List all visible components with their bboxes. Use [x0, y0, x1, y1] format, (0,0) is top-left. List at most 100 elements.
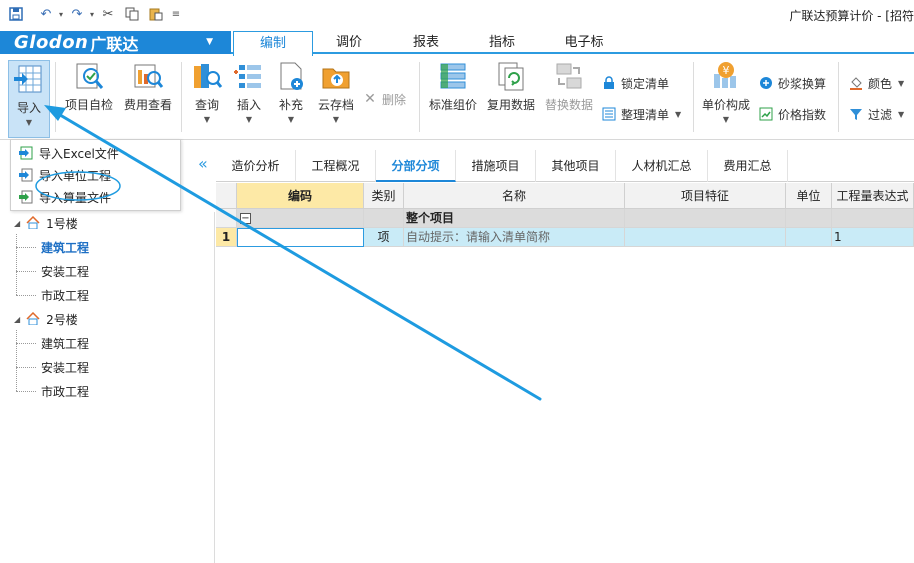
col-header-name[interactable]: 名称: [404, 183, 625, 209]
tree-item-b1-installation[interactable]: 安装工程: [41, 263, 89, 280]
feature-cell[interactable]: [625, 228, 786, 247]
reuse-data-button[interactable]: 复用数据: [485, 60, 537, 113]
logo-brand: Glodon: [14, 32, 89, 53]
window-title: 广联达预算计价 - [招符: [789, 9, 914, 23]
tab-e-bid[interactable]: 电子标: [546, 31, 622, 54]
col-header-code[interactable]: 编码: [237, 183, 364, 209]
tree-item-b2-architecture[interactable]: 建筑工程: [41, 335, 89, 352]
house-icon: [26, 311, 40, 328]
menu-item-import-unit-project[interactable]: 导入单位工程: [11, 164, 180, 186]
svg-text:¥: ¥: [723, 64, 730, 77]
unit-cell[interactable]: [786, 228, 832, 247]
close-icon: ✕: [364, 91, 376, 107]
unit-price-icon: ¥: [710, 60, 742, 92]
cloud-archive-button[interactable]: 云存档 ▼: [313, 60, 359, 124]
save-icon[interactable]: [8, 6, 24, 22]
replace-data-button[interactable]: 替换数据: [543, 60, 595, 113]
redo-dropdown-icon[interactable]: ▾: [84, 6, 100, 22]
tidy-list-button[interactable]: 整理清单 ▼: [601, 104, 681, 124]
quantity-file-icon: [19, 190, 33, 204]
color-button[interactable]: 颜色 ▼: [848, 73, 904, 93]
tidy-list-label: 整理清单: [621, 107, 670, 122]
undo-dropdown-icon[interactable]: ▾: [53, 6, 69, 22]
query-button[interactable]: 查询 ▼: [188, 60, 226, 124]
tree-node-building-2[interactable]: ◢ 2号楼: [14, 311, 78, 328]
price-index-label: 价格指数: [778, 107, 827, 122]
menu-item-import-excel[interactable]: 导入Excel文件: [11, 142, 180, 164]
type-cell[interactable]: 项: [364, 228, 404, 247]
tab-measures[interactable]: 措施项目: [456, 150, 536, 182]
cut-icon[interactable]: ✂: [100, 6, 116, 22]
price-index-button[interactable]: 价格指数: [758, 104, 826, 124]
tab-reports[interactable]: 报表: [390, 31, 462, 54]
chevron-down-icon: ▼: [675, 109, 682, 119]
import-button[interactable]: 导入 ▼: [8, 60, 50, 138]
name-cell[interactable]: 自动提示：请输入清单简称: [404, 228, 625, 247]
self-check-button[interactable]: 项目自检: [62, 60, 116, 113]
tree-item-b2-municipal[interactable]: 市政工程: [41, 383, 89, 400]
ribbon-tab-bar: Glodon 广联达 ▼ 编制 调价 报表 指标 电子标: [0, 31, 914, 56]
menu-item-import-quantity-file[interactable]: 导入算量文件: [11, 186, 180, 208]
tab-adjust-price[interactable]: 调价: [313, 31, 385, 54]
group-type-cell[interactable]: [364, 209, 404, 228]
code-cell-editing[interactable]: [237, 228, 364, 247]
filter-button[interactable]: 过滤 ▼: [848, 104, 904, 124]
collapse-panel-icon[interactable]: «: [198, 154, 208, 173]
tab-cost-analysis[interactable]: 造价分析: [216, 150, 296, 182]
group-qty-cell[interactable]: [832, 209, 914, 228]
col-header-quantity-expression[interactable]: 工程量表达式: [832, 183, 914, 209]
redo-icon[interactable]: ↷: [69, 6, 85, 22]
group-feature-cell[interactable]: [625, 209, 786, 228]
tree-node-building-1[interactable]: ◢ 1号楼: [14, 215, 78, 232]
mortar-conversion-button[interactable]: 砂浆换算: [758, 73, 826, 93]
tab-labor-material-summary[interactable]: 人材机汇总: [616, 150, 708, 182]
tree-label-building-1: 1号楼: [46, 217, 78, 231]
paste-icon[interactable]: [148, 6, 164, 22]
fee-view-button[interactable]: 费用查看: [121, 60, 175, 113]
expand-triangle-icon[interactable]: ◢: [14, 315, 20, 324]
customize-toolbar-icon[interactable]: ≡: [168, 6, 184, 22]
col-header-type[interactable]: 类别: [364, 183, 404, 209]
insert-label: 插入: [236, 98, 261, 112]
tree-label-building-2: 2号楼: [46, 313, 78, 327]
app-menu-button[interactable]: Glodon 广联达 ▼: [0, 31, 231, 54]
sub-tab-bar: « 造价分析 工程概况 分部分项 措施项目 其他项目 人材机汇总 费用汇总: [198, 150, 914, 182]
tab-fee-summary[interactable]: 费用汇总: [708, 150, 788, 182]
lock-list-button[interactable]: 锁定清单: [601, 73, 669, 93]
import-dropdown-menu: 导入Excel文件 导入单位工程 导入算量文件: [10, 139, 181, 211]
menu-item-label: 导入Excel文件: [39, 146, 119, 161]
tree-item-b2-installation[interactable]: 安装工程: [41, 359, 89, 376]
tab-sub-items[interactable]: 分部分项: [376, 150, 456, 182]
insert-button[interactable]: 插入 ▼: [230, 60, 268, 124]
expand-triangle-icon[interactable]: ◢: [14, 219, 20, 228]
tidy-list-icon: [601, 106, 617, 122]
chevron-down-icon: ▼: [245, 115, 253, 124]
undo-icon[interactable]: ↶: [38, 6, 54, 22]
collapse-toggle-icon[interactable]: −: [240, 213, 251, 224]
tree-item-b1-municipal[interactable]: 市政工程: [41, 287, 89, 304]
delete-button[interactable]: ✕ 删除: [362, 89, 406, 109]
chevron-down-icon: ▼: [25, 118, 33, 127]
tab-other-items[interactable]: 其他项目: [536, 150, 616, 182]
standard-pricing-button[interactable]: 标准组价: [427, 60, 479, 113]
group-name-cell[interactable]: 整个项目: [404, 209, 625, 228]
self-check-icon: [73, 60, 105, 92]
chevron-down-icon: ▼: [898, 109, 905, 119]
supplement-icon: [275, 60, 307, 92]
tab-edit[interactable]: 编制: [233, 31, 313, 56]
filter-label: 过滤: [868, 107, 893, 122]
mortar-label: 砂浆换算: [778, 76, 827, 91]
group-code-cell[interactable]: −: [237, 209, 364, 228]
group-unit-cell[interactable]: [786, 209, 832, 228]
quantity-cell[interactable]: 1: [832, 228, 914, 247]
unit-price-composition-button[interactable]: ¥ 单价构成 ▼: [700, 60, 752, 124]
tree-item-b1-architecture[interactable]: 建筑工程: [41, 239, 89, 256]
supplement-button[interactable]: 补充 ▼: [272, 60, 310, 124]
col-header-unit[interactable]: 单位: [786, 183, 832, 209]
tab-indicators[interactable]: 指标: [466, 31, 538, 54]
paint-bucket-icon: [848, 75, 864, 91]
chevron-down-icon: ▼: [206, 37, 213, 47]
tab-project-overview[interactable]: 工程概况: [296, 150, 376, 182]
copy-icon[interactable]: [124, 6, 140, 22]
col-header-feature[interactable]: 项目特征: [625, 183, 786, 209]
